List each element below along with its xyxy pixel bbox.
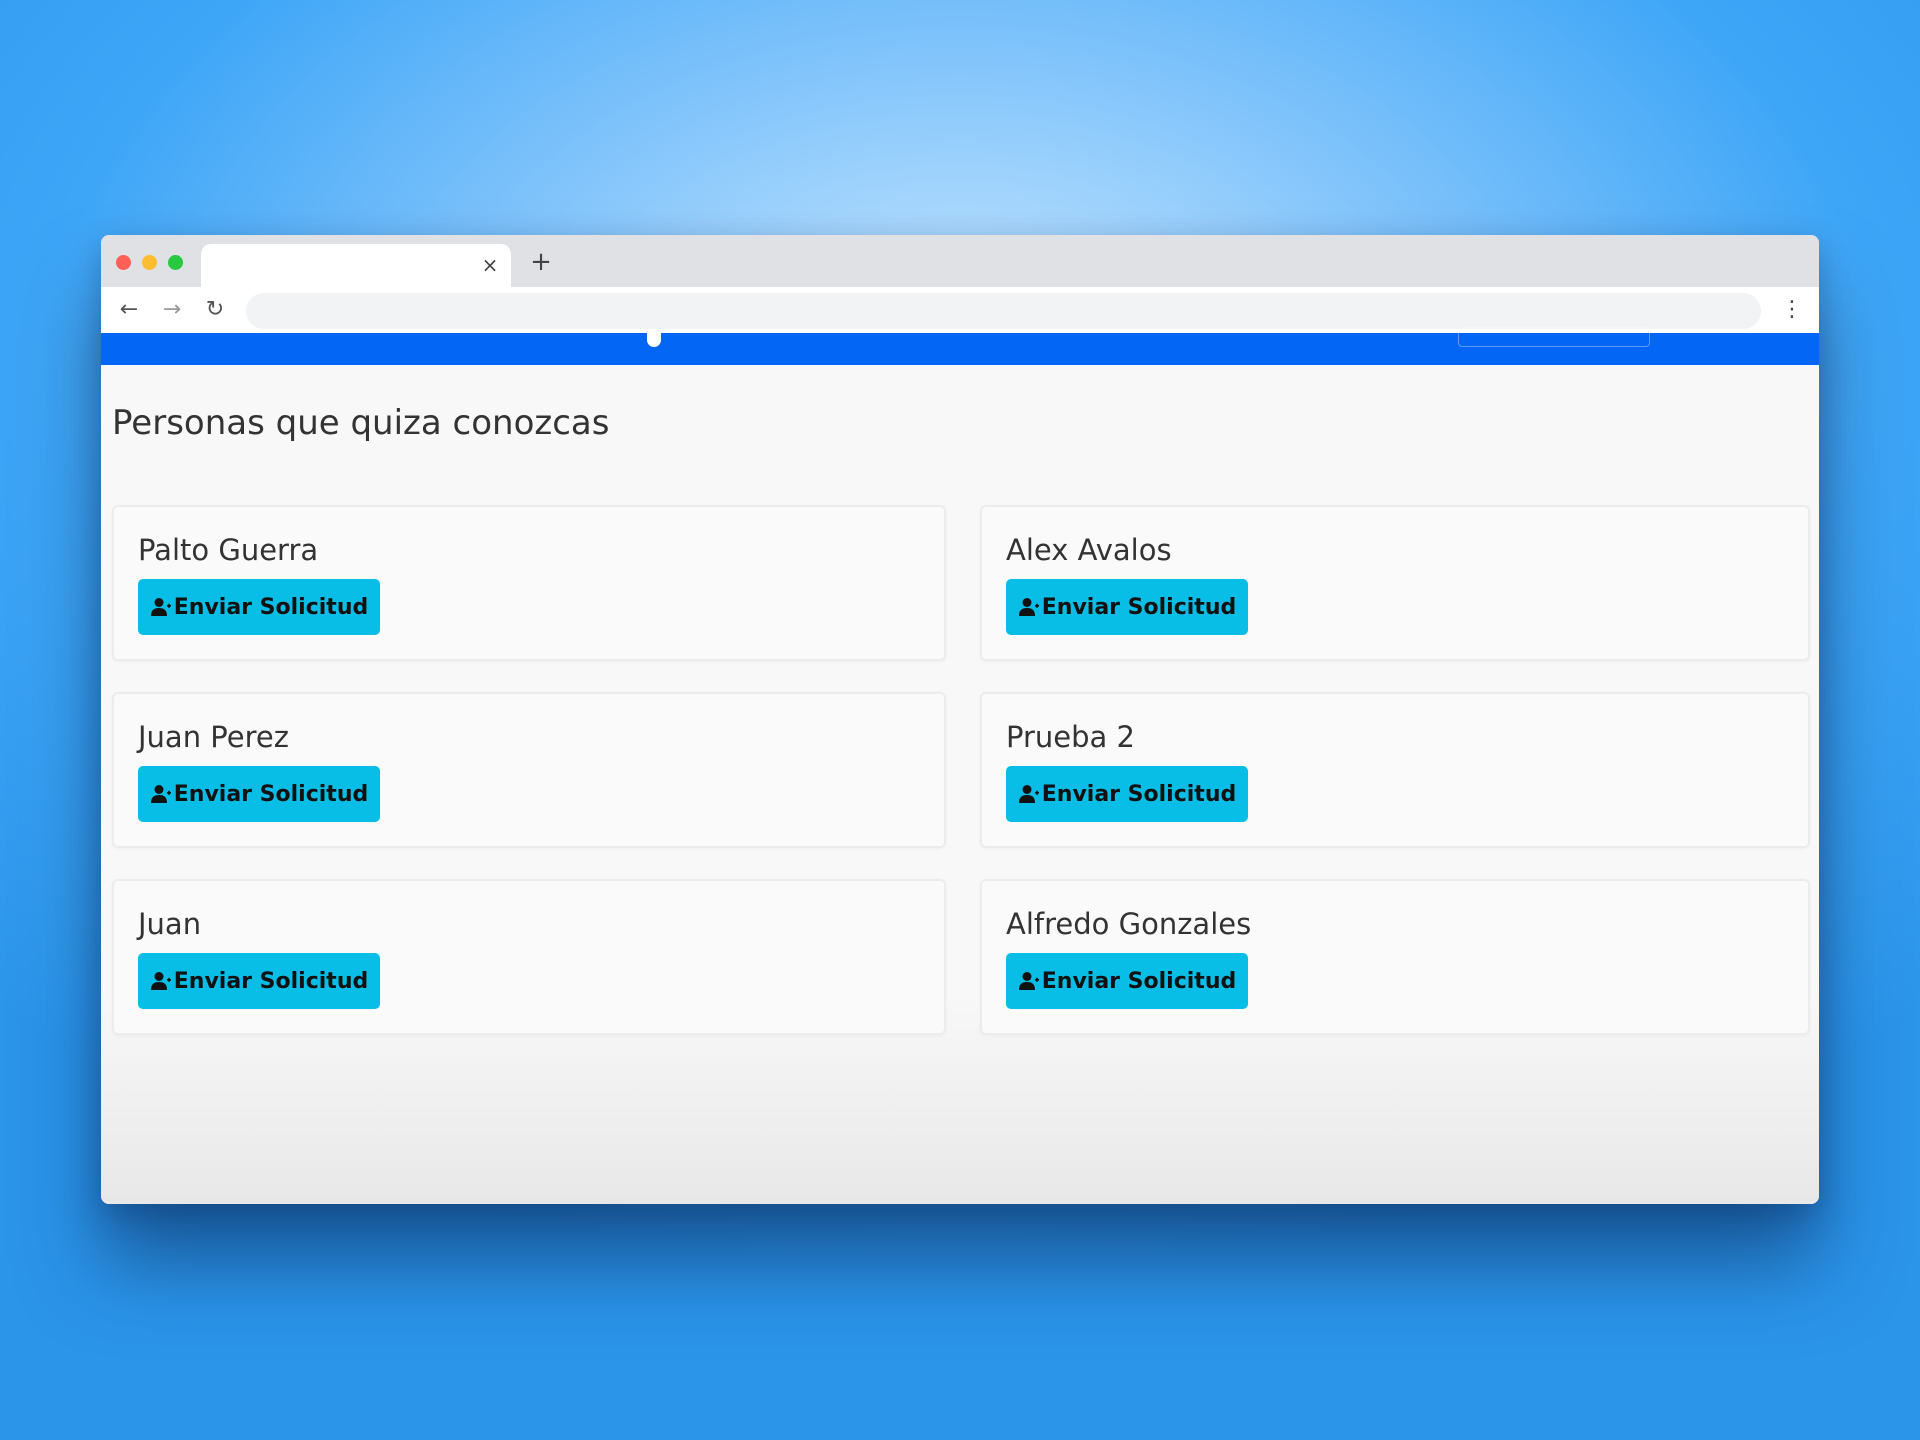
suggestion-card: Juan Enviar Solicitud: [112, 879, 946, 1035]
user-plus-icon: [1018, 598, 1039, 616]
close-window-button[interactable]: [116, 255, 131, 270]
send-request-button[interactable]: Enviar Solicitud: [1006, 579, 1248, 635]
send-request-button[interactable]: Enviar Solicitud: [138, 579, 380, 635]
suggestion-card: Juan Perez Enviar Solicitud: [112, 692, 946, 848]
page-title: Personas que quiza conozcas: [112, 403, 610, 443]
suggestion-card: Alex Avalos Enviar Solicitud: [980, 505, 1810, 661]
person-name: Juan Perez: [138, 720, 289, 754]
address-bar[interactable]: [246, 293, 1761, 329]
new-tab-button[interactable]: +: [527, 248, 555, 276]
suggestions-grid: Palto Guerra Enviar Solicitud Alex Avalo…: [112, 505, 1810, 1035]
maximize-window-button[interactable]: [168, 255, 183, 270]
user-plus-icon: [150, 785, 171, 803]
browser-window: × + ← → ↻ ⋮ Personas que quiza conozcas …: [101, 235, 1819, 1204]
suggestion-card: Palto Guerra Enviar Solicitud: [112, 505, 946, 661]
send-request-label: Enviar Solicitud: [1041, 968, 1237, 994]
send-request-button[interactable]: Enviar Solicitud: [1006, 953, 1248, 1009]
navbar-button[interactable]: [1458, 327, 1650, 347]
send-request-button[interactable]: Enviar Solicitud: [1006, 766, 1248, 822]
person-name: Juan: [138, 907, 202, 941]
person-name: Alex Avalos: [1006, 533, 1172, 567]
back-arrow-icon[interactable]: ←: [114, 295, 144, 325]
user-plus-icon: [1018, 972, 1039, 990]
page-content: Personas que quiza conozcas Palto Guerra…: [101, 365, 1819, 1204]
user-plus-icon: [150, 972, 171, 990]
person-name: Alfredo Gonzales: [1006, 907, 1252, 941]
forward-arrow-icon[interactable]: →: [157, 295, 187, 325]
reload-icon[interactable]: ↻: [200, 295, 230, 325]
send-request-label: Enviar Solicitud: [1041, 594, 1237, 620]
person-name: Prueba 2: [1006, 720, 1135, 754]
user-plus-icon: [1018, 785, 1039, 803]
send-request-button[interactable]: Enviar Solicitud: [138, 953, 380, 1009]
minimize-window-button[interactable]: [142, 255, 157, 270]
person-name: Palto Guerra: [138, 533, 319, 567]
send-request-label: Enviar Solicitud: [1041, 781, 1237, 807]
mouse-cursor: [647, 333, 661, 347]
more-menu-icon[interactable]: ⋮: [1781, 295, 1803, 325]
tab-strip: × +: [101, 235, 1819, 287]
close-icon[interactable]: ×: [479, 254, 501, 276]
suggestion-card: Prueba 2 Enviar Solicitud: [980, 692, 1810, 848]
send-request-label: Enviar Solicitud: [173, 968, 369, 994]
user-plus-icon: [150, 598, 171, 616]
send-request-label: Enviar Solicitud: [173, 781, 369, 807]
site-navbar: [101, 327, 1819, 365]
send-request-button[interactable]: Enviar Solicitud: [138, 766, 380, 822]
suggestion-card: Alfredo Gonzales Enviar Solicitud: [980, 879, 1810, 1035]
browser-tab[interactable]: ×: [201, 244, 511, 287]
send-request-label: Enviar Solicitud: [173, 594, 369, 620]
